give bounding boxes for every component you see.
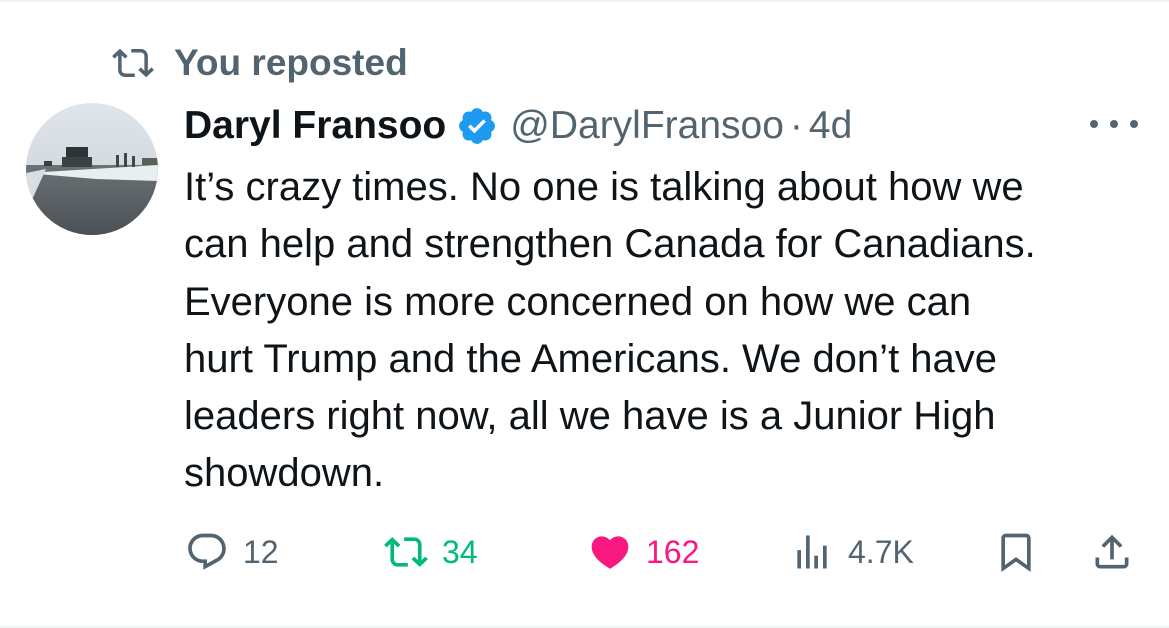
repost-banner[interactable]: You reposted	[112, 40, 408, 86]
post-text: It’s crazy times. No one is talking abou…	[184, 159, 1159, 503]
avatar[interactable]	[26, 103, 158, 235]
like-count: 162	[646, 533, 700, 570]
bookmark-button[interactable]	[994, 522, 1038, 582]
post-text-line: hurt Trump and the Americans. We don’t h…	[184, 336, 998, 381]
post-text-line: can help and strengthen Canada for Canad…	[184, 222, 1036, 267]
verified-badge-icon[interactable]	[456, 105, 498, 147]
reply-button[interactable]: 12	[185, 522, 279, 582]
share-icon	[1095, 534, 1129, 569]
author-name[interactable]: Daryl Fransoo	[184, 104, 446, 148]
avatar-photo	[26, 103, 158, 235]
reply-icon	[188, 533, 226, 570]
tweet[interactable]: You reposted Daryl Fransoo @DarylFransoo…	[0, 0, 1169, 628]
more-options-icon[interactable]	[1090, 112, 1138, 136]
repost-icon	[112, 48, 154, 78]
action-bar: 12 34 162 4.7K	[0, 522, 1169, 582]
heart-icon	[591, 536, 629, 569]
like-button[interactable]: 162	[588, 522, 699, 582]
bookmark-icon	[1001, 533, 1031, 573]
views-chart-icon	[797, 535, 827, 569]
reply-count: 12	[243, 533, 279, 570]
post-text-line: showdown.	[184, 451, 385, 496]
post-header: Daryl Fransoo @DarylFransoo · 4d	[184, 100, 852, 152]
views-count: 4.7K	[848, 533, 914, 570]
repost-button[interactable]: 34	[384, 522, 478, 582]
post-text-line: Everyone is more concerned on how we can	[184, 279, 972, 324]
author-handle[interactable]: @DarylFransoo	[510, 104, 784, 148]
repost-icon	[384, 537, 428, 567]
post-time[interactable]: 4d	[809, 104, 852, 148]
post-text-line: It’s crazy times. No one is talking abou…	[184, 165, 1024, 209]
views-button[interactable]: 4.7K	[790, 522, 914, 582]
separator-dot: ·	[789, 104, 803, 147]
share-button[interactable]	[1090, 522, 1134, 582]
post-text-line: leaders right now, all we have is a Juni…	[184, 394, 996, 439]
repost-banner-text: You reposted	[174, 42, 408, 83]
repost-count: 34	[442, 533, 478, 570]
